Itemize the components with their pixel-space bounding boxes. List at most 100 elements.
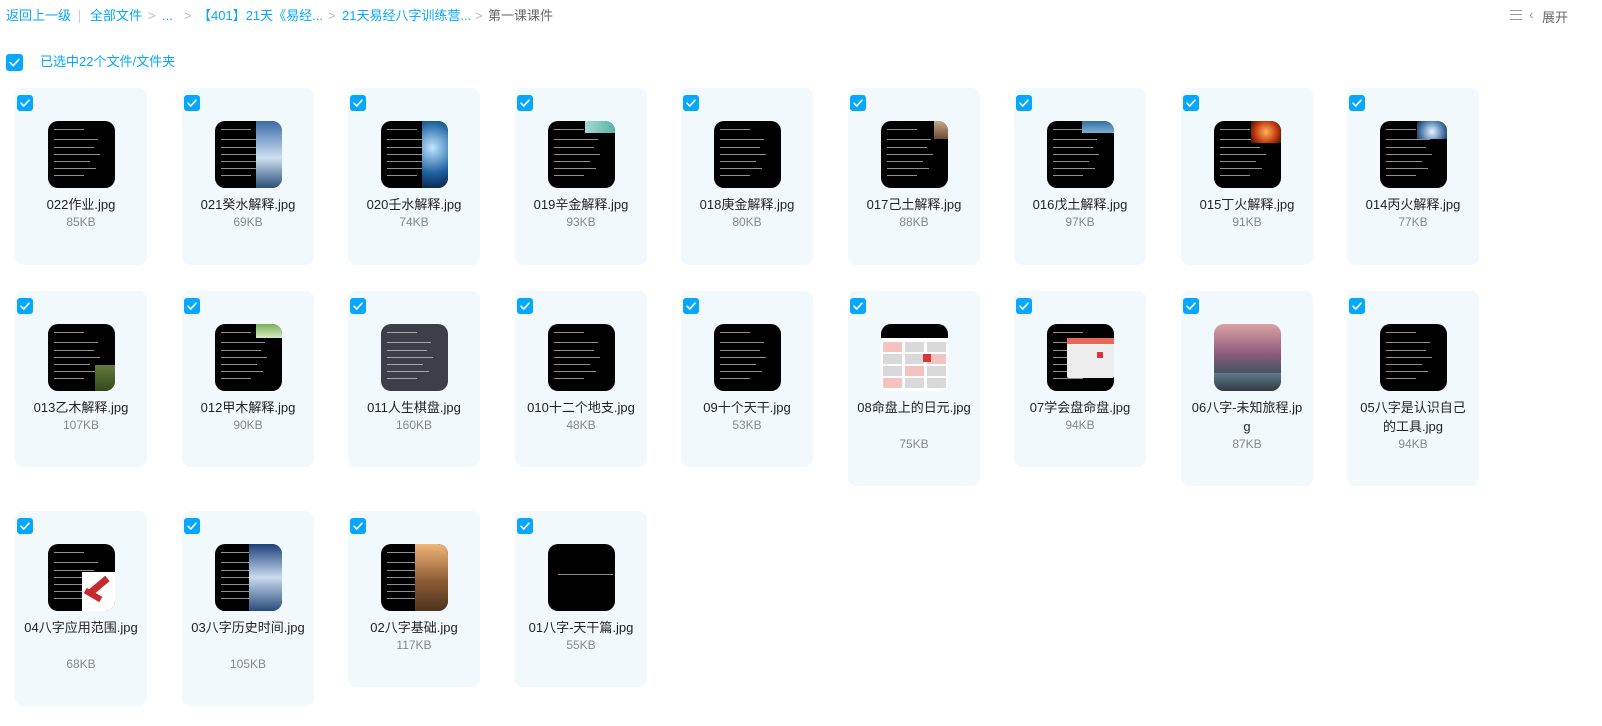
file-checkbox[interactable] [350,298,366,314]
file-checkbox[interactable] [1349,95,1365,111]
back-link[interactable]: 返回上一级 [6,8,71,24]
file-tile[interactable]: 018庚金解释.jpg 80KB [681,88,813,265]
file-tile[interactable]: 019辛金解释.jpg 93KB [515,88,647,265]
file-tile[interactable]: 02八字基础.jpg 117KB [348,511,480,687]
list-view-icon[interactable] [1510,9,1522,21]
image-thumbnail[interactable] [714,324,781,391]
file-tile[interactable]: 015丁火解释.jpg 91KB [1181,88,1313,265]
file-checkbox[interactable] [1183,95,1199,111]
file-size: 93KB [566,215,596,229]
image-thumbnail[interactable] [881,324,948,391]
breadcrumb-ellipsis[interactable]: ... [162,8,173,24]
file-checkbox[interactable] [1016,95,1032,111]
breadcrumb-folder-training[interactable]: 21天易经八字训练营... [342,8,471,24]
file-checkbox[interactable] [850,298,866,314]
image-thumbnail[interactable] [215,324,282,391]
file-size: 94KB [1398,437,1428,451]
breadcrumb-separator: > [148,8,156,23]
file-tile[interactable]: 014丙火解释.jpg 77KB [1347,88,1479,265]
file-name: 05八字是认识自己的工具.jpg [1360,400,1466,434]
image-thumbnail[interactable] [48,544,115,611]
file-size: 91KB [1232,215,1262,229]
file-tile[interactable]: 08命盘上的日元.jpg 75KB [848,291,980,486]
file-tile[interactable]: 016戊土解释.jpg 97KB [1014,88,1146,265]
file-name: 016戊土解释.jpg [1032,197,1128,212]
file-checkbox[interactable] [517,95,533,111]
image-thumbnail[interactable] [381,324,448,391]
file-checkbox[interactable] [184,518,200,534]
file-name: 09十个天干.jpg [703,400,791,415]
file-size: 160KB [395,418,433,432]
file-name: 07学会盘命盘.jpg [1029,400,1131,415]
image-thumbnail[interactable] [1214,324,1281,391]
image-thumbnail[interactable] [215,121,282,188]
image-thumbnail[interactable] [548,324,615,391]
file-checkbox[interactable] [184,298,200,314]
select-all-checkbox[interactable] [6,54,23,71]
file-checkbox[interactable] [517,298,533,314]
file-tile[interactable]: 021癸水解释.jpg 69KB [182,88,314,265]
file-checkbox[interactable] [1183,298,1199,314]
breadcrumb-separator: > [184,8,192,23]
expand-button[interactable]: 展开 [1542,7,1568,26]
file-checkbox[interactable] [1349,298,1365,314]
breadcrumb-current: 第一课课件 [488,8,554,23]
file-checkbox[interactable] [683,298,699,314]
breadcrumb-folder-401[interactable]: 【401】21天《易经... [198,8,323,24]
image-thumbnail[interactable] [48,324,115,391]
file-checkbox[interactable] [350,518,366,534]
file-size: 107KB [62,418,100,432]
file-tile[interactable]: 04八字应用范围.jpg 68KB [15,511,147,706]
image-thumbnail[interactable] [215,544,282,611]
file-size: 90KB [233,418,263,432]
file-name: 04八字应用范围.jpg [24,620,138,635]
file-size: 48KB [566,418,596,432]
image-thumbnail[interactable] [714,121,781,188]
file-checkbox[interactable] [17,298,33,314]
file-size: 68KB [66,657,96,671]
file-checkbox[interactable] [1016,298,1032,314]
file-tile[interactable]: 020壬水解释.jpg 74KB [348,88,480,265]
file-name: 015丁火解释.jpg [1199,197,1295,212]
file-tile[interactable]: 07学会盘命盘.jpg 94KB [1014,291,1146,467]
file-size: 87KB [1232,437,1262,451]
file-tile[interactable]: 022作业.jpg 85KB [15,88,147,265]
file-checkbox[interactable] [517,518,533,534]
image-thumbnail[interactable] [381,544,448,611]
file-name: 010十二个地支.jpg [527,400,635,415]
file-checkbox[interactable] [850,95,866,111]
image-thumbnail[interactable] [548,121,615,188]
image-thumbnail[interactable] [1380,324,1447,391]
file-tile[interactable]: 01八字-天干篇.jpg 55KB [515,511,647,687]
image-thumbnail[interactable] [381,121,448,188]
image-thumbnail[interactable] [1214,121,1281,188]
file-size: 75KB [899,437,929,451]
image-thumbnail[interactable] [1047,121,1114,188]
top-bar: 返回上一级 全部文件 > ... > 【401】21天《易经... > 21天易… [0,0,1602,34]
file-name: 017己土解释.jpg [866,197,962,212]
file-tile[interactable]: 012甲木解释.jpg 90KB [182,291,314,467]
file-tile[interactable]: 013乙木解释.jpg 107KB [15,291,147,467]
image-thumbnail[interactable] [1380,121,1447,188]
file-tile[interactable]: 09十个天干.jpg 53KB [681,291,813,467]
file-checkbox[interactable] [350,95,366,111]
image-thumbnail[interactable] [1047,324,1114,391]
file-tile[interactable]: 06八字-未知旅程.jpg 87KB [1181,291,1313,486]
file-checkbox[interactable] [683,95,699,111]
image-thumbnail[interactable] [548,544,615,611]
image-thumbnail[interactable] [48,121,115,188]
file-tile[interactable]: 05八字是认识自己的工具.jpg 94KB [1347,291,1479,486]
file-tile[interactable]: 03八字历史时间.jpg 105KB [182,511,314,706]
breadcrumb-all-files[interactable]: 全部文件 [90,8,142,24]
file-checkbox[interactable] [184,95,200,111]
file-name: 013乙木解释.jpg [33,400,129,415]
breadcrumb-separator: > [475,8,483,23]
file-tile[interactable]: 017己土解释.jpg 88KB [848,88,980,265]
file-tile[interactable]: 010十二个地支.jpg 48KB [515,291,647,467]
file-checkbox[interactable] [17,95,33,111]
file-tile[interactable]: 011人生棋盘.jpg 160KB [348,291,480,467]
file-checkbox[interactable] [17,518,33,534]
file-size: 94KB [1065,418,1095,432]
chevron-left-icon[interactable]: ‹ [1529,6,1534,22]
image-thumbnail[interactable] [881,121,948,188]
